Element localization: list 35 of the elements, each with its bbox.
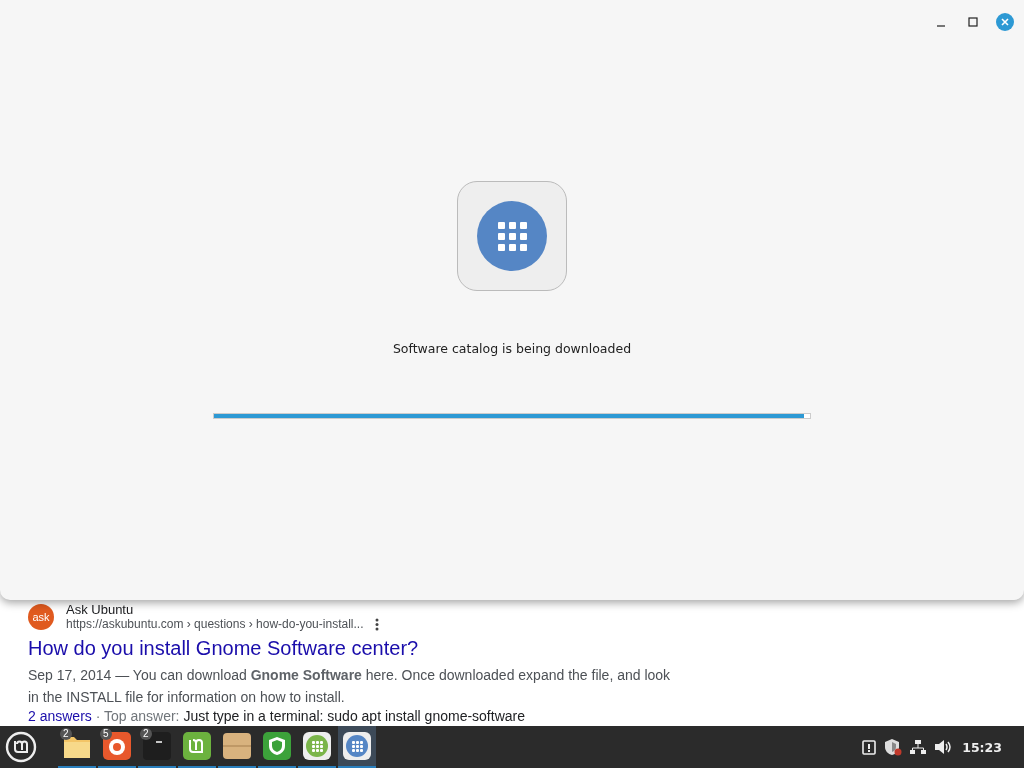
count-badge: 5 — [100, 728, 112, 740]
taskbar-app[interactable] — [338, 726, 376, 768]
terminal-icon — [141, 730, 173, 762]
browser-icon — [101, 730, 133, 762]
taskbar-app[interactable]: 2 — [138, 726, 176, 768]
app-grid-icon — [341, 730, 373, 762]
result-url: https://askubuntu.com › questions › how-do-you-install... — [66, 617, 364, 631]
shield-icon — [261, 730, 293, 762]
count-badge: 2 — [140, 728, 152, 740]
more-options-icon[interactable] — [375, 617, 380, 631]
clipboard-icon[interactable] — [862, 739, 877, 755]
mint-icon — [181, 730, 213, 762]
clock[interactable]: 15:23 — [962, 739, 1002, 755]
status-message: Software catalog is being downloaded — [392, 341, 632, 356]
volume-icon[interactable] — [934, 739, 953, 755]
site-name: Ask Ubuntu — [66, 602, 135, 617]
top-answer-label: · Top answer: — [95, 708, 180, 724]
top-answer-text: Just type in a terminal: sudo apt install gnome-software — [183, 708, 525, 724]
app-grid-icon — [301, 730, 333, 762]
result-snippet: Sep 17, 2014 — You can download Gnome Software here. Once downloaded expand the file, and look in the INSTALL file for information on how to install. — [28, 666, 672, 707]
count-badge: 2 — [60, 728, 72, 740]
network-icon[interactable] — [910, 739, 927, 755]
maximize-icon — [968, 17, 978, 27]
taskbar-app[interactable]: 5 — [98, 726, 136, 768]
menu-button[interactable] — [4, 730, 38, 764]
site-favicon: ask — [28, 603, 54, 630]
shield-icon[interactable] — [884, 738, 903, 756]
answers-link[interactable]: 2 answers — [28, 708, 92, 724]
taskbar-app[interactable]: 2 — [58, 726, 96, 768]
close-icon — [996, 13, 1014, 31]
app-icon — [457, 181, 567, 291]
result-title-link[interactable]: How do you install Gnome Software center? — [28, 637, 419, 660]
box-icon — [221, 730, 253, 762]
minimize-icon — [937, 25, 945, 27]
close-button[interactable] — [996, 13, 1014, 31]
